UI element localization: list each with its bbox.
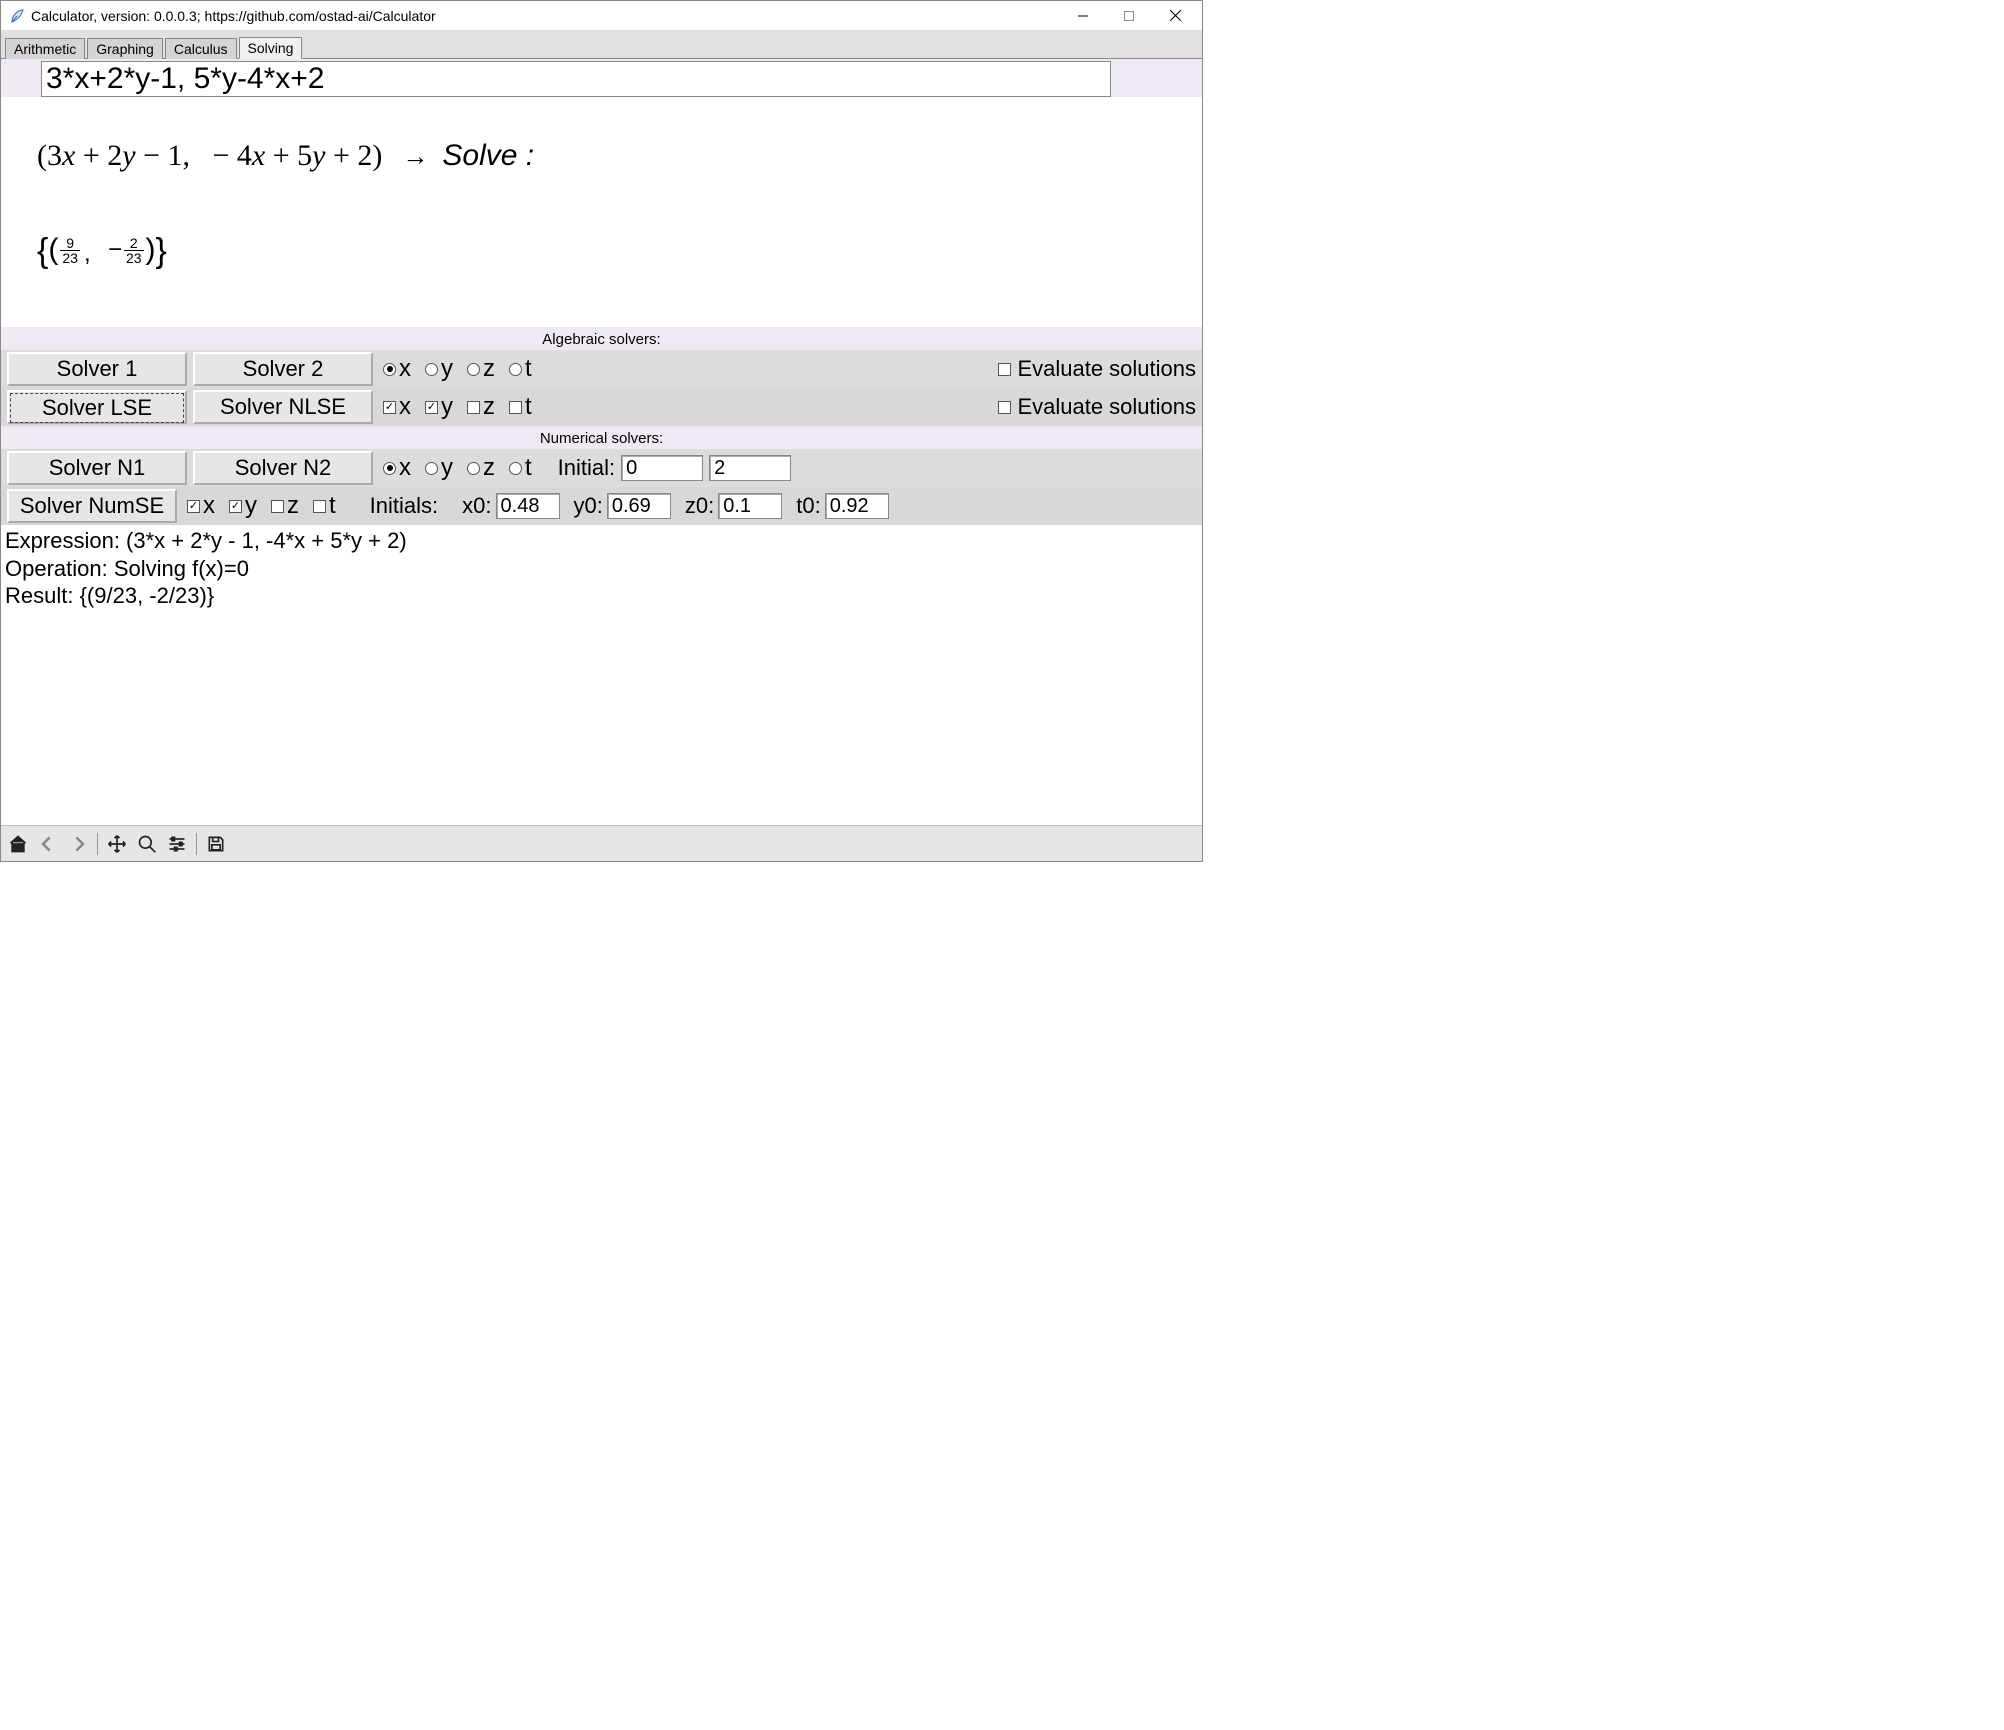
num-check-y[interactable]: y <box>229 492 257 520</box>
solver-1-button[interactable]: Solver 1 <box>7 352 187 386</box>
tab-calculus[interactable]: Calculus <box>165 38 237 59</box>
num-radio-t[interactable]: t <box>509 454 532 482</box>
math-render-area: (3x + 2y − 1, − 4x + 5y + 2) → Solve : {… <box>1 97 1202 327</box>
num-check-t[interactable]: t <box>313 492 336 520</box>
radio-t[interactable]: t <box>509 355 532 383</box>
num-check-x[interactable]: x <box>187 492 215 520</box>
tab-arithmetic[interactable]: Arithmetic <box>5 38 85 59</box>
x0-label: x0: <box>462 493 491 519</box>
home-icon[interactable] <box>3 829 33 859</box>
numerical-section-label: Numerical solvers: <box>1 426 1202 449</box>
check-y[interactable]: y <box>425 393 453 421</box>
tab-bar: Arithmetic Graphing Calculus Solving <box>1 31 1202 59</box>
save-icon[interactable] <box>201 829 231 859</box>
x0-input[interactable] <box>496 493 560 519</box>
check-t[interactable]: t <box>509 393 532 421</box>
numerical-row-2: Solver NumSE x y z t Initials: x0: y0: z… <box>1 487 1202 525</box>
radio-z[interactable]: z <box>467 355 495 383</box>
initial-input-2[interactable] <box>709 455 791 481</box>
radio-y[interactable]: y <box>425 355 453 383</box>
z0-input[interactable] <box>718 493 782 519</box>
window-maximize-button[interactable] <box>1106 1 1152 31</box>
plot-toolbar <box>1 825 1202 861</box>
configure-icon[interactable] <box>162 829 192 859</box>
output-operation: Operation: Solving f(x)=0 <box>5 555 1198 583</box>
evaluate-solutions-2[interactable]: Evaluate solutions <box>998 394 1196 420</box>
num-check-z[interactable]: z <box>271 492 299 520</box>
forward-icon[interactable] <box>63 829 93 859</box>
solver-numse-button[interactable]: Solver NumSE <box>7 489 177 523</box>
solver-nlse-button[interactable]: Solver NLSE <box>193 390 373 424</box>
rendered-solution: { ( 923 , − 223 ) } <box>37 233 1202 267</box>
num-radio-y[interactable]: y <box>425 454 453 482</box>
solver-n1-button[interactable]: Solver N1 <box>7 451 187 485</box>
back-icon[interactable] <box>33 829 63 859</box>
app-feather-icon <box>9 8 25 24</box>
pan-icon[interactable] <box>102 829 132 859</box>
toolbar-sep-2 <box>196 833 197 855</box>
algebraic-row-2: Solver LSE Solver NLSE x y z t Evaluate … <box>1 388 1202 426</box>
y0-input[interactable] <box>607 493 671 519</box>
evaluate-solutions-1[interactable]: Evaluate solutions <box>998 356 1196 382</box>
output-panel: Expression: (3*x + 2*y - 1, -4*x + 5*y +… <box>1 525 1202 825</box>
solver-lse-button[interactable]: Solver LSE <box>7 390 187 424</box>
t0-label: t0: <box>796 493 820 519</box>
expression-input[interactable] <box>41 61 1111 97</box>
num-radio-x[interactable]: x <box>383 454 411 482</box>
tab-solving[interactable]: Solving <box>239 37 303 59</box>
window-minimize-button[interactable] <box>1060 1 1106 31</box>
alg-row1-var-radios: x y z t <box>383 355 546 383</box>
solver-n2-button[interactable]: Solver N2 <box>193 451 373 485</box>
t0-input[interactable] <box>825 493 889 519</box>
initial-input-1[interactable] <box>621 455 703 481</box>
num-row2-var-checks: x y z t <box>187 492 350 520</box>
numerical-row-1: Solver N1 Solver N2 x y z t Initial: <box>1 449 1202 487</box>
tab-content: (3x + 2y − 1, − 4x + 5y + 2) → Solve : {… <box>1 59 1202 861</box>
y0-label: y0: <box>574 493 603 519</box>
check-z[interactable]: z <box>467 393 495 421</box>
app-window: Calculator, version: 0.0.0.3; https://gi… <box>0 0 1203 862</box>
alg-row2-var-checks: x y z t <box>383 393 546 421</box>
algebraic-row-1: Solver 1 Solver 2 x y z t Evaluate solut… <box>1 350 1202 388</box>
zoom-icon[interactable] <box>132 829 162 859</box>
window-title: Calculator, version: 0.0.0.3; https://gi… <box>31 8 436 24</box>
rendered-equation: (3x + 2y − 1, − 4x + 5y + 2) → Solve : <box>37 139 1202 173</box>
output-result: Result: {(9/23, -2/23)} <box>5 582 1198 610</box>
algebraic-section-label: Algebraic solvers: <box>1 327 1202 350</box>
output-expression: Expression: (3*x + 2*y - 1, -4*x + 5*y +… <box>5 527 1198 555</box>
num-row1-var-radios: x y z t <box>383 454 546 482</box>
initials-label: Initials: <box>370 493 438 519</box>
z0-label: z0: <box>685 493 714 519</box>
tab-graphing[interactable]: Graphing <box>87 38 163 59</box>
num-radio-z[interactable]: z <box>467 454 495 482</box>
toolbar-sep-1 <box>97 833 98 855</box>
window-close-button[interactable] <box>1152 1 1198 31</box>
initial-label: Initial: <box>558 455 615 481</box>
solver-2-button[interactable]: Solver 2 <box>193 352 373 386</box>
titlebar: Calculator, version: 0.0.0.3; https://gi… <box>1 1 1202 31</box>
radio-x[interactable]: x <box>383 355 411 383</box>
check-x[interactable]: x <box>383 393 411 421</box>
